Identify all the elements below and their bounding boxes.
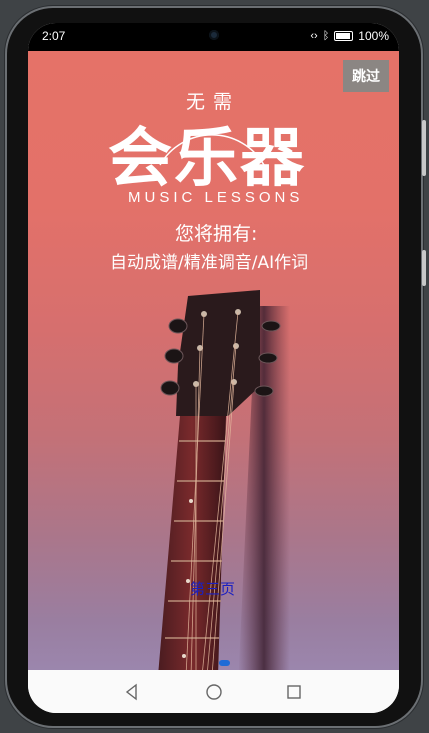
status-bar: 2:07 ‹› ᛒ 100% bbox=[28, 23, 399, 51]
phone-frame: 2:07 ‹› ᛒ 100% 跳过 无需 会乐器 MUSIC LESSONS 您… bbox=[7, 8, 426, 726]
system-nav-bar bbox=[28, 670, 399, 713]
you-will-have-heading: 您将拥有: bbox=[175, 223, 258, 245]
status-icons: ‹› ᛒ 100% bbox=[310, 29, 389, 43]
status-time: 2:07 bbox=[42, 29, 66, 43]
screen: 2:07 ‹› ᛒ 100% 跳过 无需 会乐器 MUSIC LESSONS 您… bbox=[28, 23, 399, 713]
recents-icon[interactable] bbox=[284, 682, 304, 702]
page-indicator-dot[interactable] bbox=[219, 660, 230, 666]
front-camera bbox=[209, 30, 219, 40]
volume-button bbox=[422, 120, 426, 176]
home-icon[interactable] bbox=[204, 682, 224, 702]
page-title: 会乐器 bbox=[108, 121, 306, 196]
battery-percent: 100% bbox=[358, 29, 389, 43]
power-button bbox=[422, 250, 426, 286]
page-label: 第三页 bbox=[190, 580, 236, 598]
nfc-icon: ‹› bbox=[310, 30, 318, 42]
skip-button[interactable]: 跳过 bbox=[343, 60, 389, 92]
back-icon[interactable] bbox=[122, 682, 142, 702]
battery-icon bbox=[334, 31, 354, 41]
bluetooth-icon: ᛒ bbox=[322, 30, 330, 42]
subtitle-english: MUSIC LESSONS bbox=[128, 189, 304, 206]
splash-page[interactable]: 跳过 无需 会乐器 MUSIC LESSONS 您将拥有: 自动成谱/精准调音/… bbox=[28, 51, 399, 670]
guitar-image bbox=[158, 290, 290, 670]
